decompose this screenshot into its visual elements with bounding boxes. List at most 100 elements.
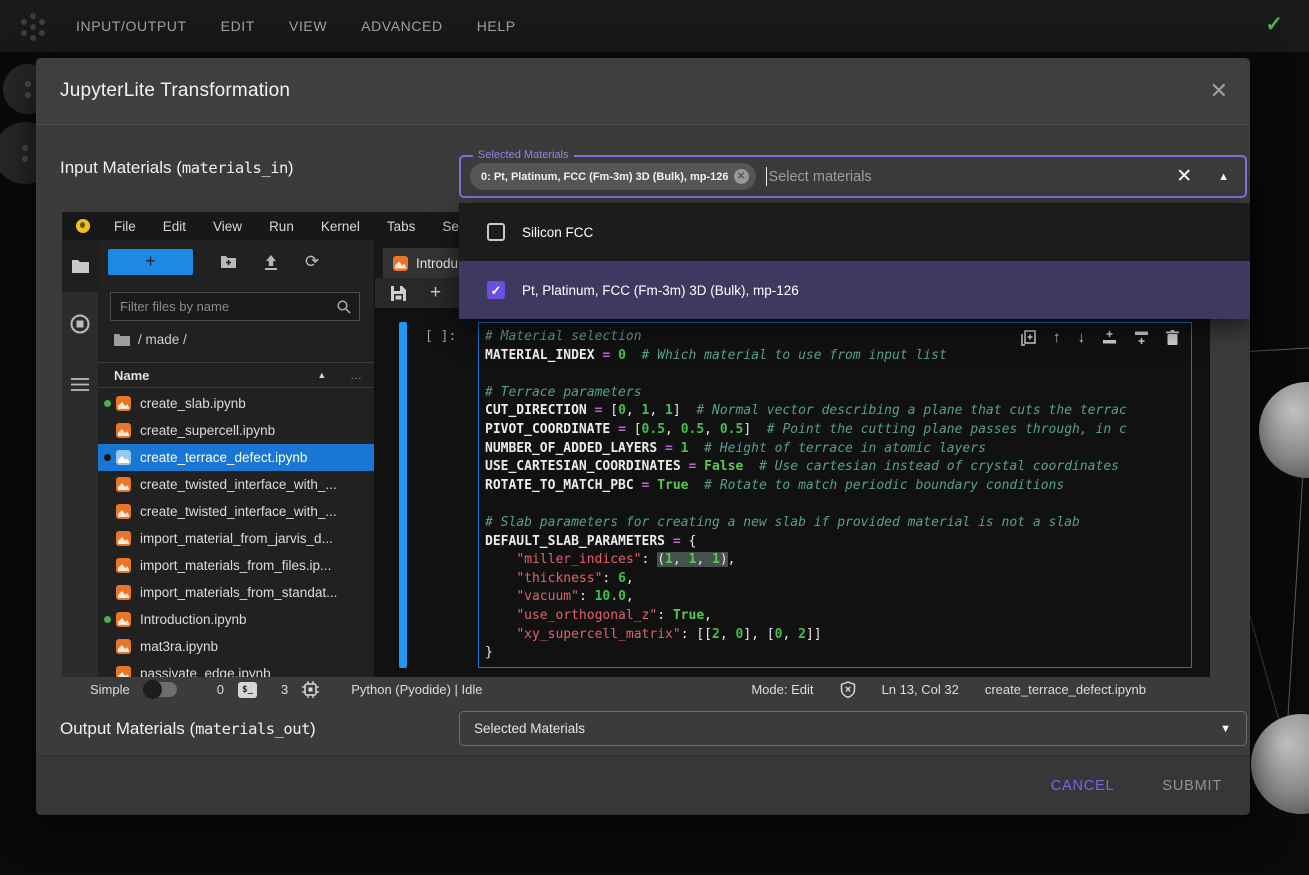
notebook-content: [ ]: # Material selectionMATERIAL_INDEX …: [375, 308, 1210, 677]
jupyter-menu-tabs[interactable]: Tabs: [387, 219, 416, 234]
menu-edit[interactable]: EDIT: [221, 18, 255, 34]
move-cell-down-icon[interactable]: ↓: [1078, 329, 1086, 346]
menu-help[interactable]: HELP: [477, 18, 516, 34]
folder-icon: [71, 258, 90, 274]
jupyter-menu-edit[interactable]: Edit: [163, 219, 186, 234]
file-browser-toolbar: + ⟳: [98, 248, 374, 276]
statusbar-filename[interactable]: create_terrace_defect.ipynb: [985, 682, 1146, 697]
cell-toolbar: ↑ ↓: [1021, 329, 1179, 346]
jupyter-menu-view[interactable]: View: [213, 219, 242, 234]
app-logo-icon[interactable]: [18, 11, 48, 41]
file-row[interactable]: import_materials_from_standat...: [98, 579, 374, 606]
clear-icon[interactable]: ✕: [1176, 165, 1192, 188]
code-line: "use_orthogonal_z": True,: [485, 607, 1189, 626]
filter-files-input[interactable]: [111, 299, 337, 314]
menu-input-output[interactable]: INPUT/OUTPUT: [76, 18, 187, 34]
notebook-file-icon: [116, 423, 131, 438]
material-option-label: Pt, Platinum, FCC (Fm-3m) 3D (Bulk), mp-…: [522, 283, 799, 298]
move-cell-up-icon[interactable]: ↑: [1053, 329, 1061, 346]
close-icon[interactable]: ✕: [1210, 80, 1228, 102]
name-column-header[interactable]: Name: [114, 368, 149, 383]
sphere-decoration: [1259, 382, 1309, 478]
filter-files-box[interactable]: [110, 292, 360, 321]
menu-advanced[interactable]: ADVANCED: [361, 18, 443, 34]
code-cell[interactable]: # Material selectionMATERIAL_INDEX = 0 #…: [478, 322, 1192, 668]
code-editor[interactable]: # Material selectionMATERIAL_INDEX = 0 #…: [485, 328, 1189, 663]
selected-materials-combobox[interactable]: Selected Materials 0: Pt, Platinum, FCC …: [459, 155, 1247, 198]
file-row[interactable]: import_material_from_jarvis_d...: [98, 525, 374, 552]
save-icon[interactable]: [391, 286, 406, 301]
file-name: import_material_from_jarvis_d...: [140, 531, 333, 546]
notebook-file-icon: [116, 639, 131, 654]
file-row[interactable]: create_slab.ipynb: [98, 390, 374, 417]
file-browser-tab[interactable]: [62, 240, 98, 292]
cell-collapser[interactable]: [399, 322, 407, 668]
submit-button[interactable]: SUBMIT: [1162, 778, 1222, 794]
checkbox-checked-icon[interactable]: ✓: [487, 281, 505, 299]
material-chip[interactable]: 0: Pt, Platinum, FCC (Fm-3m) 3D (Bulk), …: [470, 163, 756, 190]
check-icon[interactable]: ✓: [1265, 12, 1283, 37]
code-line: # Terrace parameters: [485, 384, 1189, 403]
file-row[interactable]: create_twisted_interface_with_...: [98, 471, 374, 498]
code-line: "vacuum": 10.0,: [485, 588, 1189, 607]
cancel-button[interactable]: CANCEL: [1051, 778, 1115, 794]
duplicate-cell-icon[interactable]: [1021, 330, 1036, 346]
checkbox-icon[interactable]: [487, 223, 505, 241]
status-dot-column: [98, 616, 116, 623]
file-name: passivate_edge.ipynb: [140, 666, 271, 677]
kernel-chip-icon[interactable]: [302, 681, 319, 698]
chevron-down-icon: ▼: [1220, 723, 1231, 735]
chevron-up-icon[interactable]: ▲: [1218, 171, 1229, 183]
delete-cell-icon[interactable]: [1166, 330, 1179, 345]
file-row[interactable]: create_twisted_interface_with_...: [98, 498, 374, 525]
file-name: Introduction.ipynb: [140, 612, 247, 627]
mode-indicator[interactable]: Mode: Edit: [751, 682, 813, 697]
material-option[interactable]: Silicon FCC: [459, 203, 1250, 261]
cursor-position[interactable]: Ln 13, Col 32: [882, 682, 959, 697]
file-row[interactable]: create_terrace_defect.ipynb: [98, 444, 374, 471]
combobox-legend: Selected Materials: [473, 149, 574, 161]
notebook-file-icon: [116, 666, 131, 677]
insert-cell-above-icon[interactable]: [1102, 330, 1117, 345]
notebook-file-icon: [116, 504, 131, 519]
code-line: USE_CARTESIAN_COORDINATES = False # Use …: [485, 458, 1189, 477]
simple-mode-label: Simple: [90, 682, 130, 697]
add-cell-icon[interactable]: +: [430, 282, 441, 304]
refresh-icon[interactable]: ⟳: [305, 255, 319, 269]
new-folder-icon[interactable]: [220, 255, 237, 269]
topbar-menus: INPUT/OUTPUT EDIT VIEW ADVANCED HELP: [76, 18, 516, 34]
output-materials-select[interactable]: Selected Materials ▼: [459, 711, 1247, 746]
file-row[interactable]: mat3ra.ipynb: [98, 633, 374, 660]
code-line: DEFAULT_SLAB_PARAMETERS = {: [485, 533, 1189, 552]
file-name: create_terrace_defect.ipynb: [140, 450, 307, 465]
code-line: [485, 495, 1189, 514]
trust-shield-icon[interactable]: [840, 681, 856, 698]
file-row[interactable]: Introduction.ipynb: [98, 606, 374, 633]
upload-icon[interactable]: [264, 255, 278, 270]
materials-dropdown-menu: Silicon FCC ✓ Pt, Platinum, FCC (Fm-3m) 3D…: [459, 203, 1250, 319]
file-row[interactable]: import_materials_from_files.ip...: [98, 552, 374, 579]
code-line: # Slab parameters for creating a new sla…: [485, 514, 1189, 533]
file-row[interactable]: create_supercell.ipynb: [98, 417, 374, 444]
file-list-header[interactable]: Name ▲ …: [98, 362, 374, 388]
more-options-icon[interactable]: …: [350, 368, 364, 382]
simple-mode-toggle[interactable]: [144, 682, 177, 697]
kernel-status[interactable]: Python (Pyodide) | Idle: [351, 682, 482, 697]
material-option[interactable]: ✓ Pt, Platinum, FCC (Fm-3m) 3D (Bulk), mp…: [459, 261, 1250, 319]
insert-cell-below-icon[interactable]: [1134, 330, 1149, 345]
input-materials-label: Input Materials (materials_in): [60, 158, 294, 178]
folder-icon[interactable]: [114, 333, 130, 346]
running-sessions-tab[interactable]: [62, 298, 98, 350]
jupyter-menu-kernel[interactable]: Kernel: [321, 219, 360, 234]
terminal-icon[interactable]: $_: [238, 682, 257, 698]
jupyter-menu-file[interactable]: File: [114, 219, 136, 234]
new-launcher-button[interactable]: +: [108, 249, 193, 275]
dialog-title: JupyterLite Transformation: [60, 80, 290, 102]
breadcrumb[interactable]: / made /: [114, 332, 187, 347]
table-of-contents-tab[interactable]: [62, 358, 98, 410]
chip-remove-icon[interactable]: ✕: [734, 169, 749, 184]
file-name: import_materials_from_files.ip...: [140, 558, 331, 573]
jupyter-menu-run[interactable]: Run: [269, 219, 294, 234]
menu-view[interactable]: VIEW: [289, 18, 327, 34]
file-row[interactable]: passivate_edge.ipynb: [98, 660, 374, 677]
